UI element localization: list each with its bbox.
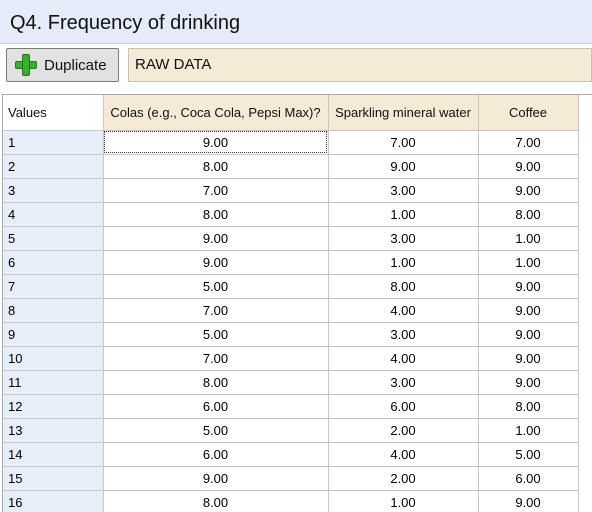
table-cell[interactable]: 9.00 xyxy=(328,154,479,179)
table-cell[interactable]: 7.00 xyxy=(103,346,329,371)
row-header[interactable]: 10 xyxy=(3,346,104,371)
table-cell[interactable]: 7.00 xyxy=(103,298,329,323)
table-cell[interactable]: 6.00 xyxy=(103,394,329,419)
row-header[interactable]: 12 xyxy=(3,394,104,419)
table-row: 5 9.00 3.00 1.00 xyxy=(3,226,579,251)
table-cell[interactable]: 8.00 xyxy=(103,202,329,227)
row-header[interactable]: 2 xyxy=(3,154,104,179)
page-title: Q4. Frequency of drinking xyxy=(10,12,241,34)
table-cell[interactable]: 9.00 xyxy=(103,250,329,275)
row-header[interactable]: 4 xyxy=(3,202,104,227)
table-cell[interactable]: 6.00 xyxy=(103,442,329,467)
column-header-colas[interactable]: Colas (e.g., Coca Cola, Pepsi Max)? xyxy=(103,95,329,131)
table-cell[interactable]: 8.00 xyxy=(328,274,479,299)
table-row: 13 5.00 2.00 1.00 xyxy=(3,418,579,443)
row-header[interactable]: 9 xyxy=(3,322,104,347)
table-cell[interactable]: 5.00 xyxy=(103,322,329,347)
table-cell[interactable]: 6.00 xyxy=(478,466,579,491)
row-header[interactable]: 11 xyxy=(3,370,104,395)
table-cell[interactable]: 3.00 xyxy=(328,370,479,395)
table-cell[interactable]: 3.00 xyxy=(328,178,479,203)
table-cell[interactable]: 9.00 xyxy=(478,178,579,203)
table-row: 12 6.00 6.00 8.00 xyxy=(3,394,579,419)
table-cell[interactable]: 8.00 xyxy=(478,394,579,419)
table-row: 4 8.00 1.00 8.00 xyxy=(3,202,579,227)
table-cell[interactable]: 8.00 xyxy=(103,154,329,179)
table-cell[interactable]: 3.00 xyxy=(328,226,479,251)
data-source-label: RAW DATA xyxy=(128,48,592,82)
table-cell[interactable]: 5.00 xyxy=(103,274,329,299)
table-cell[interactable]: 8.00 xyxy=(103,490,329,512)
table-cell[interactable]: 1.00 xyxy=(328,490,479,512)
table-cell[interactable]: 9.00 xyxy=(478,322,579,347)
table-row: 15 9.00 2.00 6.00 xyxy=(3,466,579,491)
table-cell[interactable]: 3.00 xyxy=(328,322,479,347)
table-cell[interactable]: 4.00 xyxy=(328,298,479,323)
row-header[interactable]: 16 xyxy=(3,490,104,512)
table-row: 6 9.00 1.00 1.00 xyxy=(3,250,579,275)
table-cell[interactable]: 8.00 xyxy=(478,202,579,227)
table-cell[interactable]: 9.00 xyxy=(478,346,579,371)
table-cell[interactable]: 9.00 xyxy=(478,274,579,299)
duplicate-button-label: Duplicate xyxy=(44,56,107,74)
table-cell[interactable]: 5.00 xyxy=(103,418,329,443)
table-cell[interactable]: 9.00 xyxy=(478,154,579,179)
table-cell[interactable]: 6.00 xyxy=(328,394,479,419)
table-cell[interactable]: 7.00 xyxy=(478,130,579,155)
table-cell[interactable]: 9.00 xyxy=(103,130,329,155)
data-grid[interactable]: Values Colas (e.g., Coca Cola, Pepsi Max… xyxy=(2,94,592,512)
table-row: 14 6.00 4.00 5.00 xyxy=(3,442,579,467)
row-header[interactable]: 14 xyxy=(3,442,104,467)
table-cell[interactable]: 4.00 xyxy=(328,442,479,467)
table-cell[interactable]: 9.00 xyxy=(478,298,579,323)
row-header[interactable]: 13 xyxy=(3,418,104,443)
table-row: 8 7.00 4.00 9.00 xyxy=(3,298,579,323)
table-cell[interactable]: 9.00 xyxy=(103,226,329,251)
table-cell[interactable]: 7.00 xyxy=(103,178,329,203)
table-row: 9 5.00 3.00 9.00 xyxy=(3,322,579,347)
table-cell[interactable]: 9.00 xyxy=(478,370,579,395)
table-row: 7 5.00 8.00 9.00 xyxy=(3,274,579,299)
table-cell[interactable]: 7.00 xyxy=(328,130,479,155)
table-cell[interactable]: 8.00 xyxy=(103,370,329,395)
table-cell[interactable]: 1.00 xyxy=(478,226,579,251)
table-row: 16 8.00 1.00 9.00 xyxy=(3,490,579,512)
row-header[interactable]: 7 xyxy=(3,274,104,299)
data-table: Values Colas (e.g., Coca Cola, Pepsi Max… xyxy=(3,95,579,512)
row-header[interactable]: 6 xyxy=(3,250,104,275)
column-header-sparkling-water[interactable]: Sparkling mineral water xyxy=(328,95,479,131)
column-header-coffee[interactable]: Coffee xyxy=(478,95,579,131)
row-header[interactable]: 5 xyxy=(3,226,104,251)
plus-icon xyxy=(15,54,37,76)
table-cell[interactable]: 4.00 xyxy=(328,346,479,371)
table-row: 10 7.00 4.00 9.00 xyxy=(3,346,579,371)
row-header[interactable]: 1 xyxy=(3,130,104,155)
table-cell[interactable]: 1.00 xyxy=(328,202,479,227)
title-bar: Q4. Frequency of drinking xyxy=(0,0,592,44)
row-header[interactable]: 3 xyxy=(3,178,104,203)
table-row: 3 7.00 3.00 9.00 xyxy=(3,178,579,203)
table-cell[interactable]: 1.00 xyxy=(328,250,479,275)
table-cell[interactable]: 2.00 xyxy=(328,418,479,443)
table-cell[interactable]: 2.00 xyxy=(328,466,479,491)
table-row: 2 8.00 9.00 9.00 xyxy=(3,154,579,179)
table-row: 1 9.00 7.00 7.00 xyxy=(3,130,579,155)
table-cell[interactable]: 9.00 xyxy=(103,466,329,491)
row-header[interactable]: 15 xyxy=(3,466,104,491)
table-row: 11 8.00 3.00 9.00 xyxy=(3,370,579,395)
corner-header: Values xyxy=(3,95,104,131)
table-cell[interactable]: 1.00 xyxy=(478,418,579,443)
duplicate-button[interactable]: Duplicate xyxy=(6,48,119,82)
raw-data-text: RAW DATA xyxy=(135,56,212,73)
table-cell[interactable]: 5.00 xyxy=(478,442,579,467)
header-row: Values Colas (e.g., Coca Cola, Pepsi Max… xyxy=(3,95,579,131)
table-cell[interactable]: 9.00 xyxy=(478,490,579,512)
table-cell[interactable]: 1.00 xyxy=(478,250,579,275)
row-header[interactable]: 8 xyxy=(3,298,104,323)
